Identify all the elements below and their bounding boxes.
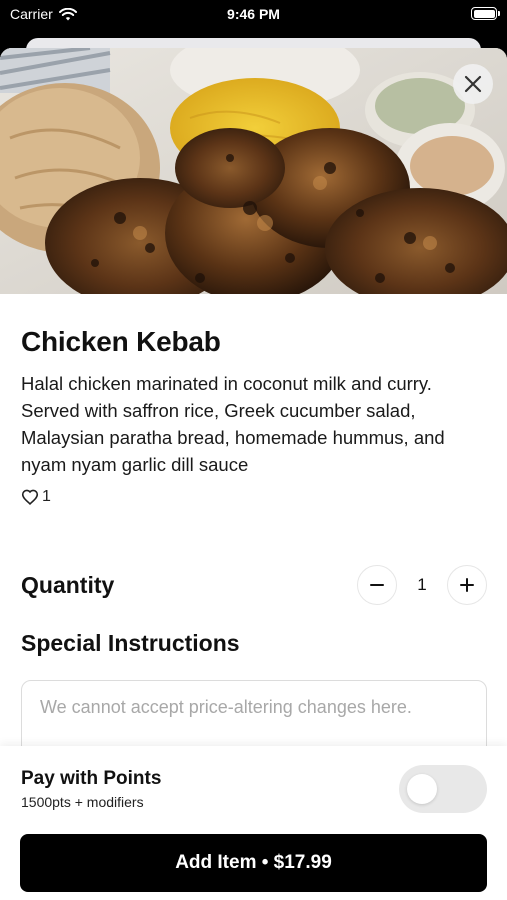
screen: Carrier 9:46 PM Chicken Kebab Halal chic… (0, 0, 507, 900)
battery-icon (471, 7, 500, 20)
quantity-value: 1 (417, 575, 427, 594)
quantity-row: Quantity 1 (21, 563, 487, 607)
item-detail-modal: Chicken Kebab Halal chicken marinated in… (0, 48, 507, 900)
close-button[interactable] (453, 64, 493, 104)
food-photo (0, 48, 507, 294)
item-description: Halal chicken marinated in coconut milk … (21, 373, 445, 475)
toggle-knob (407, 774, 437, 804)
minus-icon (370, 584, 384, 586)
item-title: Chicken Kebab (21, 326, 221, 357)
special-instructions-label: Special Instructions (21, 630, 240, 656)
pay-with-points-subtitle: 1500pts + modifiers (21, 794, 144, 810)
likes[interactable]: 1 (21, 488, 487, 506)
increment-button[interactable] (447, 565, 487, 605)
plus-icon (460, 578, 474, 592)
status-bar: Carrier 9:46 PM (0, 0, 507, 30)
add-item-button[interactable]: Add Item • $17.99 (20, 834, 487, 892)
checkout-bar: Pay with Points 1500pts + modifiers Add … (0, 746, 507, 900)
item-hero-image (0, 48, 507, 294)
quantity-stepper: 1 (357, 565, 487, 605)
pay-with-points-title: Pay with Points (21, 768, 162, 789)
pay-with-points-toggle[interactable] (399, 765, 487, 813)
decrement-button[interactable] (357, 565, 397, 605)
close-icon (464, 75, 482, 93)
item-info: Chicken Kebab Halal chicken marinated in… (21, 326, 487, 506)
heart-outline-icon (21, 489, 39, 505)
status-time: 9:46 PM (227, 6, 280, 22)
quantity-label: Quantity (21, 571, 115, 598)
like-count: 1 (42, 488, 51, 505)
